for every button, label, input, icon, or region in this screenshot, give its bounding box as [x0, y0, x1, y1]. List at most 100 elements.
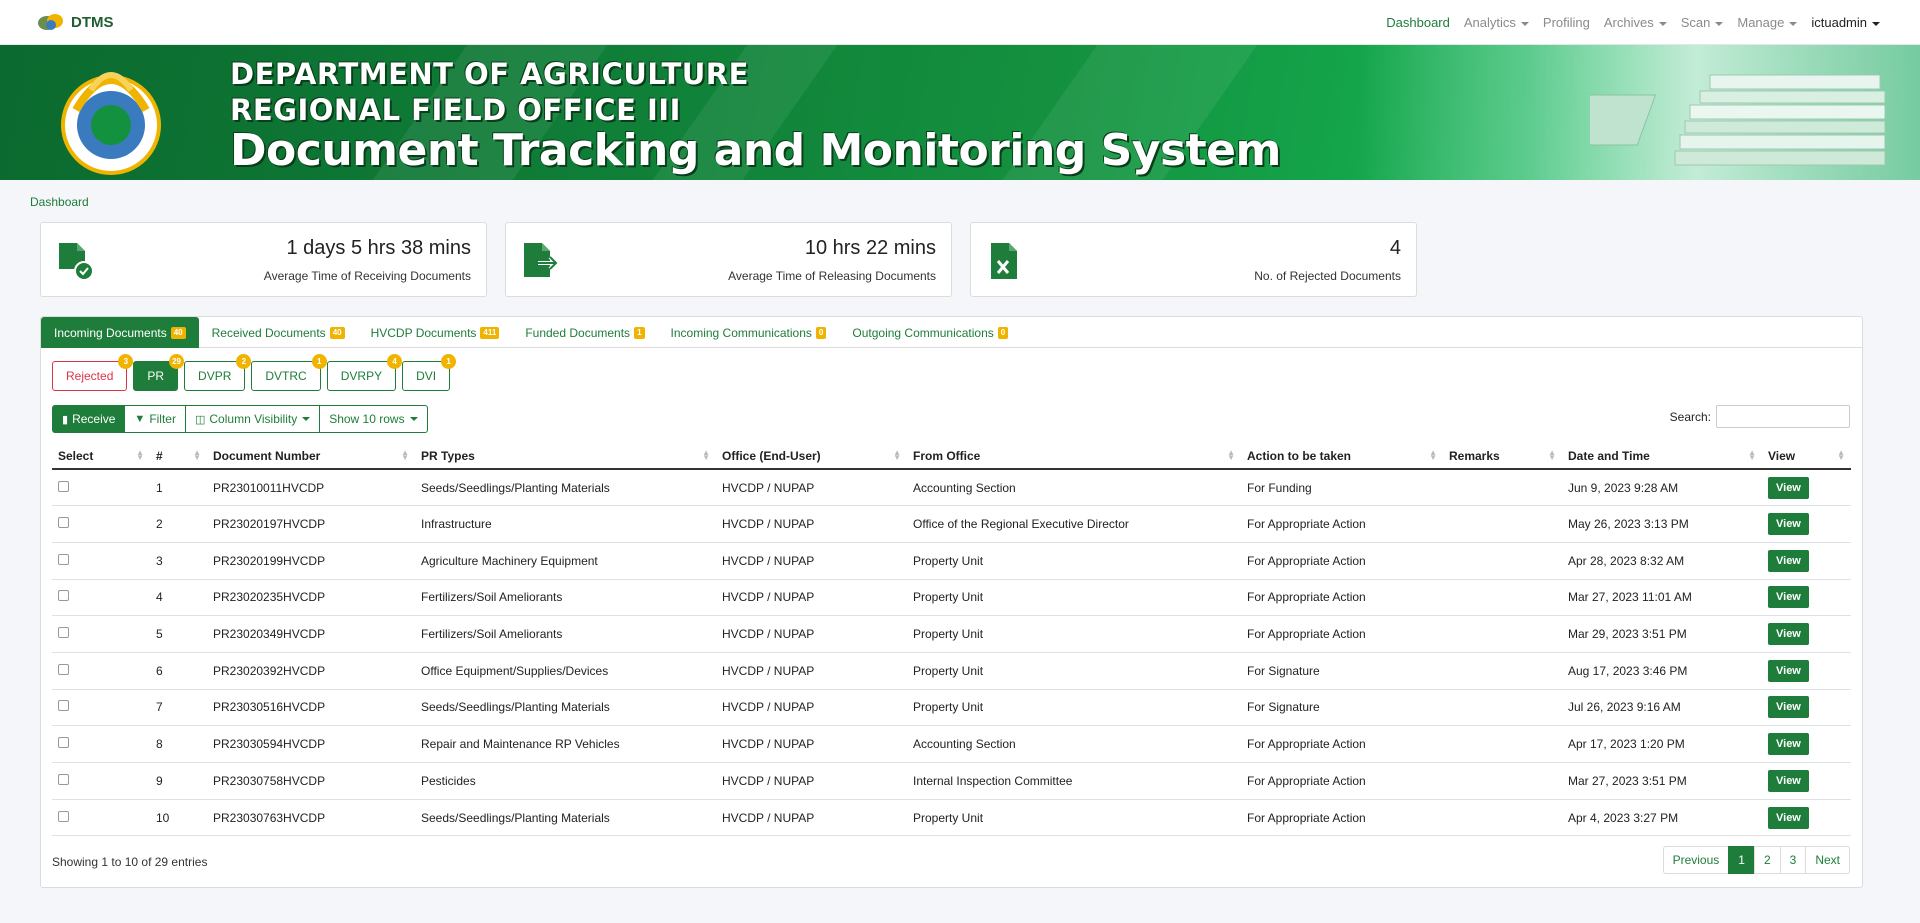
action-to-be-taken: For Appropriate Action [1241, 505, 1443, 543]
view-button[interactable]: View [1768, 769, 1809, 792]
receive-button[interactable]: ▮ Receive [52, 405, 126, 433]
col-action[interactable]: Action to be taken ▲ ▼ [1241, 443, 1443, 470]
col-pr-types[interactable]: PR Types ▲ ▼ [415, 443, 716, 470]
filter-button[interactable]: ▼ Filter [124, 405, 186, 433]
view-button[interactable]: View [1768, 623, 1809, 646]
nav-user-menu[interactable]: ictuadmin [1811, 15, 1880, 30]
nav-dashboard[interactable]: Dashboard [1386, 15, 1450, 30]
tab-badge: 0 [815, 326, 827, 339]
nav-scan[interactable]: Scan [1681, 15, 1724, 30]
tab-incoming-communications[interactable]: Incoming Communications 0 [658, 317, 840, 348]
row-checkbox[interactable] [58, 553, 69, 565]
view-cell: View [1762, 469, 1851, 507]
nav-manage[interactable]: Manage [1737, 15, 1798, 30]
view-button[interactable]: View [1768, 659, 1809, 682]
subtab-rejected[interactable]: Rejected 3 [52, 354, 134, 391]
pr-type: Office Equipment/Supplies/Devices [415, 652, 716, 690]
col-number[interactable]: # ▲ ▼ [150, 443, 207, 470]
row-number: 8 [150, 725, 207, 763]
page-2[interactable]: 2 [1753, 846, 1781, 874]
from-office: Accounting Section [907, 469, 1241, 507]
brand-logo-icon [38, 14, 63, 30]
tab-funded-documents[interactable]: Funded Documents 1 [512, 317, 657, 348]
view-button[interactable]: View [1768, 549, 1809, 572]
row-checkbox[interactable] [58, 773, 69, 785]
page-3[interactable]: 3 [1779, 846, 1807, 874]
pr-type: Seeds/Seedlings/Planting Materials [415, 799, 716, 837]
subtab-dvi[interactable]: DVI 1 [402, 354, 457, 391]
view-button[interactable]: View [1768, 586, 1809, 609]
action-to-be-taken: For Funding [1241, 469, 1443, 507]
da-seal-logo [61, 72, 161, 175]
tab-hvcdp-documents[interactable]: HVCDP Documents 411 [358, 317, 513, 348]
col-remarks[interactable]: Remarks ▲ ▼ [1443, 443, 1562, 470]
search-input[interactable] [1716, 405, 1850, 428]
info-box-releasing: 10 hrs 22 mins Average Time of Releasing… [505, 222, 952, 297]
view-button[interactable]: View [1768, 696, 1809, 719]
nav-archives[interactable]: Archives [1604, 15, 1667, 30]
col-from-office[interactable]: From Office ▲ ▼ [907, 443, 1241, 470]
row-checkbox[interactable] [58, 663, 69, 675]
view-cell: View [1762, 505, 1851, 543]
action-to-be-taken: For Appropriate Action [1241, 799, 1443, 837]
col-view[interactable]: View ▲ ▼ [1762, 443, 1851, 470]
pr-type: Pesticides [415, 762, 716, 800]
page-1[interactable]: 1 [1728, 846, 1755, 874]
view-cell: View [1762, 799, 1851, 837]
search-label: Search: [1669, 409, 1711, 424]
remarks [1443, 725, 1562, 763]
row-checkbox[interactable] [58, 627, 69, 639]
row-checkbox[interactable] [58, 737, 69, 749]
from-office: Office of the Regional Executive Directo… [907, 505, 1241, 543]
col-office-end-user[interactable]: Office (End-User) ▲ ▼ [716, 443, 907, 470]
pr-type: Repair and Maintenance RP Vehicles [415, 725, 716, 763]
action-to-be-taken: For Signature [1241, 652, 1443, 690]
subtab-dvrpy[interactable]: DVRPY 4 [326, 354, 403, 391]
table-header-row: Select ▲ ▼ # ▲ ▼ Document Number ▲ ▼ PR Types ▲… [52, 443, 1851, 470]
subtab-badge: 4 [387, 354, 403, 369]
row-checkbox[interactable] [58, 810, 69, 822]
pr-type: Infrastructure [415, 505, 716, 543]
tab-outgoing-communications[interactable]: Outgoing Communications 0 [839, 317, 1021, 348]
page-previous[interactable]: Previous [1662, 846, 1730, 874]
nav-profiling[interactable]: Profiling [1543, 15, 1590, 30]
view-button[interactable]: View [1768, 806, 1809, 829]
row-checkbox[interactable] [58, 480, 69, 492]
row-checkbox[interactable] [58, 700, 69, 712]
office-end-user: HVCDP / NUPAP [716, 542, 907, 580]
view-cell: View [1762, 725, 1851, 763]
select-cell [52, 469, 150, 507]
remarks [1443, 542, 1562, 580]
page-next[interactable]: Next [1805, 846, 1850, 874]
subtab-dvtrc[interactable]: DVTRC 1 [251, 354, 327, 391]
view-button[interactable]: View [1768, 733, 1809, 756]
show-rows-button[interactable]: Show 10 rows [319, 405, 428, 433]
row-checkbox[interactable] [58, 517, 69, 529]
receiving-time-label: Average Time of Receiving Documents [263, 269, 471, 283]
view-button[interactable]: View [1768, 513, 1809, 536]
tab-received-documents[interactable]: Received Documents 40 [199, 317, 358, 348]
releasing-time-label: Average Time of Releasing Documents [728, 269, 936, 283]
view-cell: View [1762, 762, 1851, 800]
brand[interactable]: DTMS [37, 11, 114, 33]
col-date-time[interactable]: Date and Time ▲ ▼ [1562, 443, 1762, 470]
row-number: 9 [150, 762, 207, 800]
caret-down-icon [1789, 21, 1798, 26]
table-row: 7 PR23030516HVCDP Seeds/Seedlings/Planting… [52, 689, 1851, 727]
breadcrumb[interactable]: Dashboard [30, 195, 89, 209]
tab-incoming-documents[interactable]: Incoming Documents 40 [41, 317, 199, 348]
subtab-pr[interactable]: PR 29 [133, 354, 185, 391]
col-document-number[interactable]: Document Number ▲ ▼ [207, 443, 415, 470]
pr-type: Agriculture Machinery Equipment [415, 542, 716, 580]
column-visibility-button[interactable]: ◫ Column Visibility [184, 405, 321, 433]
action-to-be-taken: For Appropriate Action [1241, 615, 1443, 653]
date-time: Mar 27, 2023 11:01 AM [1562, 579, 1762, 617]
subtab-dvpr[interactable]: DVPR 2 [184, 354, 252, 391]
col-select[interactable]: Select ▲ ▼ [52, 443, 150, 470]
row-checkbox[interactable] [58, 590, 69, 602]
row-number: 10 [150, 799, 207, 837]
view-button[interactable]: View [1768, 476, 1809, 499]
nav-analytics[interactable]: Analytics [1464, 15, 1529, 30]
from-office: Property Unit [907, 615, 1241, 653]
office-end-user: HVCDP / NUPAP [716, 762, 907, 800]
